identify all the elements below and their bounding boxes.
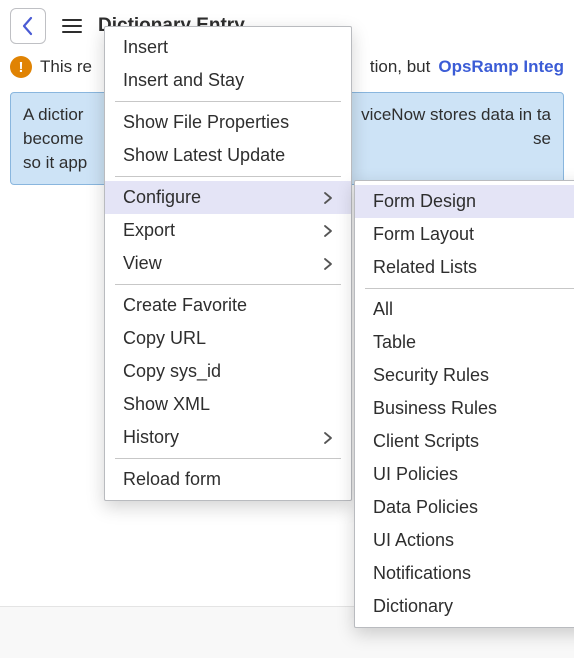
menu-item-label: Show Latest Update [123,145,285,166]
menu-item-label: Insert [123,37,168,58]
warning-link[interactable]: OpsRamp Integ [438,57,564,77]
menu-item-label: Copy sys_id [123,361,221,382]
configure-menu-item-related-lists[interactable]: Related Lists [355,251,574,284]
main-menu-separator [115,458,341,459]
context-menu-main: Insert Insert and Stay Show File Propertie… [104,26,352,501]
menu-item-label: Create Favorite [123,295,247,316]
menu-item-label: Insert and Stay [123,70,244,91]
hamburger-menu-button[interactable] [58,12,86,40]
configure-menu-item-data-policies[interactable]: Data Policies [355,491,574,524]
main-menu-item-copy-sys-id[interactable]: Copy sys_id [105,355,351,388]
main-menu-separator [115,176,341,177]
menu-item-label: UI Actions [373,530,454,551]
main-menu-item-reload-form[interactable]: Reload form [105,463,351,496]
menu-item-label: Notifications [373,563,471,584]
menu-item-label: History [123,427,179,448]
main-menu-item-show-latest-update[interactable]: Show Latest Update [105,139,351,172]
warning-icon: ! [10,56,32,78]
menu-item-label: UI Policies [373,464,458,485]
configure-menu-item-table[interactable]: Table [355,326,574,359]
main-menu-item-insert[interactable]: Insert [105,31,351,64]
menu-item-label: Copy URL [123,328,206,349]
info-line1a: A dictior [23,103,83,127]
info-line2a: become [23,127,83,151]
menu-item-label: Form Design [373,191,476,212]
configure-menu-separator [365,288,574,289]
main-menu-separator [115,101,341,102]
configure-menu-item-client-scripts[interactable]: Client Scripts [355,425,574,458]
main-menu-item-history[interactable]: History [105,421,351,454]
context-menu-configure: Form Design Form Layout Related Lists All Ta… [354,180,574,628]
menu-item-label: Business Rules [373,398,497,419]
info-line2b: se [533,127,551,151]
info-line1b: viceNow stores data in ta [361,103,551,127]
menu-item-label: Related Lists [373,257,477,278]
chevron-right-icon [323,431,333,445]
menu-item-label: Show XML [123,394,210,415]
menu-item-label: Security Rules [373,365,489,386]
chevron-left-icon [21,16,35,36]
configure-menu-item-security-rules[interactable]: Security Rules [355,359,574,392]
configure-menu-item-dictionary[interactable]: Dictionary [355,590,574,623]
info-line3a: so it app [23,151,87,175]
menu-item-label: All [373,299,393,320]
back-button[interactable] [10,8,46,44]
configure-menu-item-business-rules[interactable]: Business Rules [355,392,574,425]
configure-menu-item-ui-actions[interactable]: UI Actions [355,524,574,557]
menu-item-label: Dictionary [373,596,453,617]
chevron-right-icon [323,224,333,238]
configure-menu-item-ui-policies[interactable]: UI Policies [355,458,574,491]
configure-menu-item-form-design[interactable]: Form Design [355,185,574,218]
warning-text-prefix: This re [40,57,92,77]
main-menu-item-show-file-properties[interactable]: Show File Properties [105,106,351,139]
main-menu-item-insert-and-stay[interactable]: Insert and Stay [105,64,351,97]
menu-item-label: Table [373,332,416,353]
menu-item-label: Client Scripts [373,431,479,452]
main-menu-item-view[interactable]: View [105,247,351,280]
warning-text-mid: tion, but [370,57,431,77]
chevron-right-icon [323,257,333,271]
main-menu-separator [115,284,341,285]
configure-menu-item-notifications[interactable]: Notifications [355,557,574,590]
main-menu-item-create-favorite[interactable]: Create Favorite [105,289,351,322]
main-menu-item-show-xml[interactable]: Show XML [105,388,351,421]
menu-item-label: Form Layout [373,224,474,245]
main-menu-item-export[interactable]: Export [105,214,351,247]
main-menu-item-configure[interactable]: Configure [105,181,351,214]
configure-menu-item-form-layout[interactable]: Form Layout [355,218,574,251]
chevron-right-icon [323,191,333,205]
menu-item-label: Data Policies [373,497,478,518]
main-menu-item-copy-url[interactable]: Copy URL [105,322,351,355]
configure-menu-item-all[interactable]: All [355,293,574,326]
menu-item-label: Reload form [123,469,221,490]
menu-item-label: Export [123,220,175,241]
menu-item-label: Configure [123,187,201,208]
menu-item-label: Show File Properties [123,112,289,133]
menu-item-label: View [123,253,162,274]
